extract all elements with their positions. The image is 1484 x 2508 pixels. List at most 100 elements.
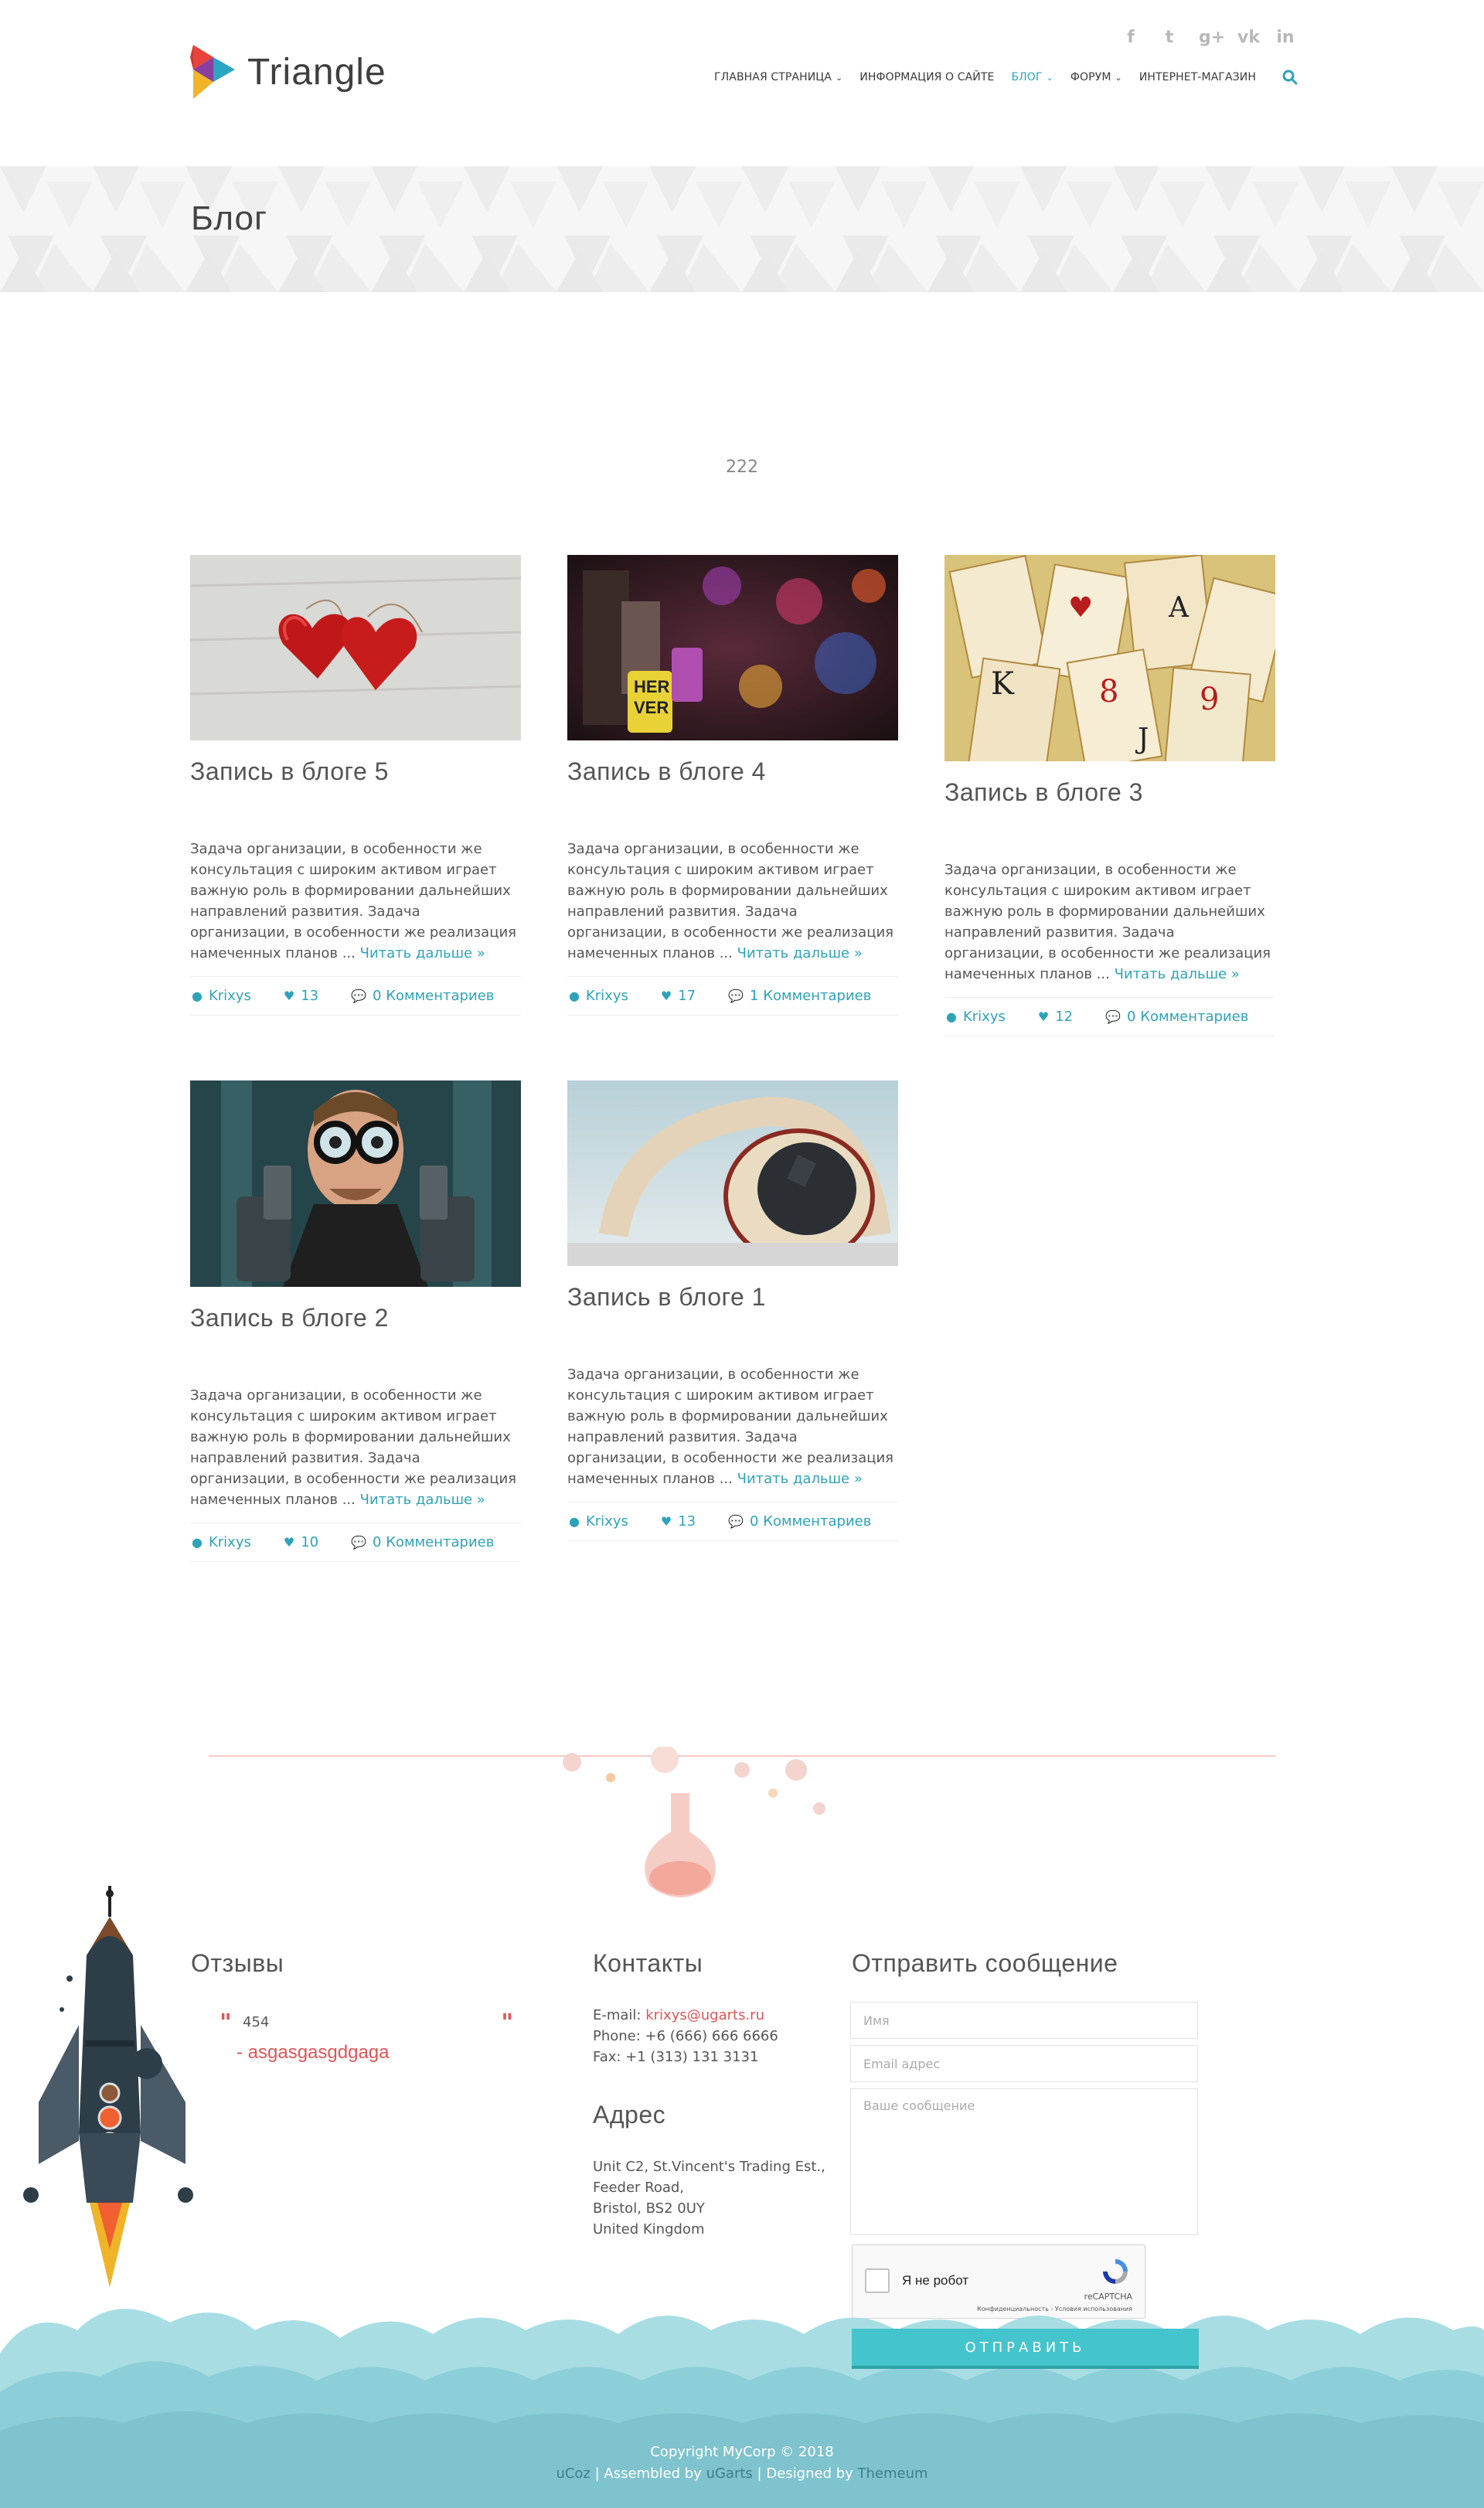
likes-count: 17: [678, 988, 696, 1004]
post-excerpt: Задача организации, в особенности же кон…: [567, 1364, 898, 1489]
testimonial-text: 454: [243, 2014, 270, 2030]
post-author[interactable]: ● Krixys: [192, 988, 251, 1004]
designed-by-label: Designed by: [766, 2465, 853, 2482]
social-links: f t g+ vk in: [1122, 28, 1295, 47]
likes-count: 10: [301, 1534, 319, 1550]
svg-text:VER: VER: [634, 698, 669, 717]
post-author[interactable]: ● Krixys: [946, 1009, 1006, 1025]
post-image[interactable]: HER VER: [567, 555, 898, 740]
themeum-link[interactable]: Themeum: [858, 2465, 928, 2482]
svg-text:♥: ♥: [1068, 592, 1093, 624]
recaptcha-checkbox[interactable]: [865, 2268, 890, 2293]
chevron-down-icon: ⌄: [1046, 72, 1053, 83]
contact-phone: Phone: +6 (666) 666 6666: [593, 2028, 778, 2044]
address-line: United Kingdom: [593, 2221, 705, 2237]
comments-count: 0 Комментариев: [373, 1534, 495, 1550]
post-image[interactable]: [567, 1080, 898, 1266]
contacts-title: Контакты: [593, 1949, 703, 1977]
credits: uCoz | Assembled by uGarts | Designed by…: [0, 2465, 1484, 2482]
post-image[interactable]: [190, 1080, 521, 1287]
post-meta: ● Krixys ♥ 13 💬 0 Комментариев: [190, 976, 521, 1016]
likes-count: 12: [1055, 1009, 1074, 1025]
nav-label: ИНФОРМАЦИЯ О САЙТЕ: [859, 71, 995, 83]
post-comments[interactable]: 💬 1 Комментариев: [728, 988, 871, 1004]
post-excerpt: Задача организации, в особенности же кон…: [945, 859, 1275, 985]
address-line: Unit C2, St.Vincent's Trading Est.,: [593, 2159, 825, 2175]
user-icon: ●: [192, 1535, 203, 1550]
post-image[interactable]: K 8 9 A ♥ J: [945, 555, 1275, 761]
post-author[interactable]: ● Krixys: [569, 1513, 628, 1530]
nav-label: ГЛАВНАЯ СТРАНИЦА: [714, 71, 832, 83]
post-likes[interactable]: ♥ 10: [284, 1534, 318, 1550]
post-likes[interactable]: ♥ 13: [284, 988, 318, 1004]
post-title[interactable]: Запись в блоге 5: [190, 757, 521, 786]
post-title[interactable]: Запись в блоге 3: [945, 778, 1275, 807]
nav-item-forum[interactable]: ФОРУМ ⌄: [1070, 71, 1122, 83]
heart-icon: ♥: [283, 1535, 295, 1550]
read-more-link[interactable]: Читать дальше »: [360, 945, 485, 961]
post-title[interactable]: Запись в блоге 1: [567, 1283, 898, 1312]
read-more-link[interactable]: Читать дальше »: [737, 1471, 863, 1487]
submit-button[interactable]: ОТПРАВИТЬ: [852, 2329, 1199, 2369]
chevron-down-icon: ⌄: [835, 72, 843, 83]
nav-item-home[interactable]: ГЛАВНАЯ СТРАНИЦА ⌄: [714, 71, 842, 83]
post-likes[interactable]: ♥ 13: [661, 1513, 696, 1530]
post-image[interactable]: [190, 555, 521, 740]
page-intro: 222: [726, 458, 758, 477]
ucoz-link[interactable]: uCoz: [556, 2465, 590, 2482]
post-text: Задача организации, в особенности же кон…: [945, 862, 1271, 982]
google-plus-icon[interactable]: g+: [1199, 28, 1225, 47]
contact-email: E-mail: krixys@ugarts.ru: [593, 2005, 778, 2026]
vk-icon[interactable]: vk: [1237, 28, 1260, 47]
recaptcha-icon: [1103, 2259, 1128, 2284]
assembled-by-label: Assembled by: [604, 2465, 702, 2482]
post-likes[interactable]: ♥ 12: [1038, 1009, 1073, 1025]
post-comments[interactable]: 💬 0 Комментариев: [728, 1513, 871, 1530]
read-more-link[interactable]: Читать дальше »: [737, 945, 863, 961]
reviews-title: Отзывы: [191, 1949, 284, 1977]
post-title[interactable]: Запись в блоге 4: [567, 757, 898, 786]
post-comments[interactable]: 💬 0 Комментариев: [1105, 1009, 1248, 1025]
logo-text: Triangle: [247, 51, 386, 93]
email-link[interactable]: krixys@ugarts.ru: [645, 2007, 764, 2023]
logo[interactable]: Triangle: [190, 43, 386, 100]
post-excerpt: Задача организации, в особенности же кон…: [190, 839, 521, 964]
nav-label: БЛОГ: [1011, 71, 1043, 83]
facebook-icon[interactable]: f: [1122, 28, 1140, 47]
read-more-link[interactable]: Читать дальше »: [1115, 966, 1240, 982]
post-comments[interactable]: 💬 0 Комментариев: [351, 988, 494, 1004]
nav-item-blog[interactable]: БЛОГ ⌄: [1011, 71, 1053, 83]
post-likes[interactable]: ♥ 17: [661, 988, 696, 1004]
address-title: Адрес: [593, 2101, 666, 2129]
message-input[interactable]: [850, 2088, 1198, 2235]
search-icon[interactable]: [1282, 70, 1298, 85]
ugarts-link[interactable]: uGarts: [706, 2465, 753, 2482]
email-input[interactable]: [850, 2045, 1198, 2082]
linkedin-icon[interactable]: in: [1276, 28, 1295, 47]
name-input[interactable]: [850, 2002, 1198, 2039]
author-name: Krixys: [208, 1534, 251, 1550]
quote-close-icon: ": [501, 2009, 513, 2037]
post-comments[interactable]: 💬 0 Комментариев: [351, 1534, 494, 1550]
nav-label: ИНТЕРНЕТ-МАГАЗИН: [1139, 71, 1256, 83]
site-header: Triangle f t g+ vk in ГЛАВНАЯ СТРАНИЦА ⌄…: [0, 0, 1484, 166]
heart-icon: ♥: [660, 1514, 672, 1529]
twitter-icon[interactable]: t: [1160, 28, 1179, 47]
contacts-block: E-mail: krixys@ugarts.ru Phone: +6 (666)…: [593, 2005, 778, 2067]
blog-post-card: K 8 9 A ♥ J Запись в блоге 3 Задача орга…: [945, 555, 1275, 1036]
svg-text:8: 8: [1099, 674, 1118, 710]
heart-icon: ♥: [283, 989, 295, 1003]
nav-item-shop[interactable]: ИНТЕРНЕТ-МАГАЗИН: [1139, 71, 1256, 83]
quote-open-icon: ": [220, 2009, 232, 2037]
svg-text:9: 9: [1200, 682, 1219, 717]
post-text: Задача организации, в особенности же кон…: [190, 841, 516, 961]
comments-icon: 💬: [728, 989, 744, 1003]
post-author[interactable]: ● Krixys: [192, 1534, 251, 1550]
post-excerpt: Задача организации, в особенности же кон…: [190, 1385, 521, 1510]
post-title[interactable]: Запись в блоге 2: [190, 1304, 521, 1332]
nav-item-about[interactable]: ИНФОРМАЦИЯ О САЙТЕ: [859, 71, 994, 83]
logo-icon: [190, 45, 235, 99]
post-author[interactable]: ● Krixys: [569, 988, 628, 1004]
author-name: Krixys: [585, 1513, 628, 1530]
read-more-link[interactable]: Читать дальше »: [360, 1492, 485, 1508]
